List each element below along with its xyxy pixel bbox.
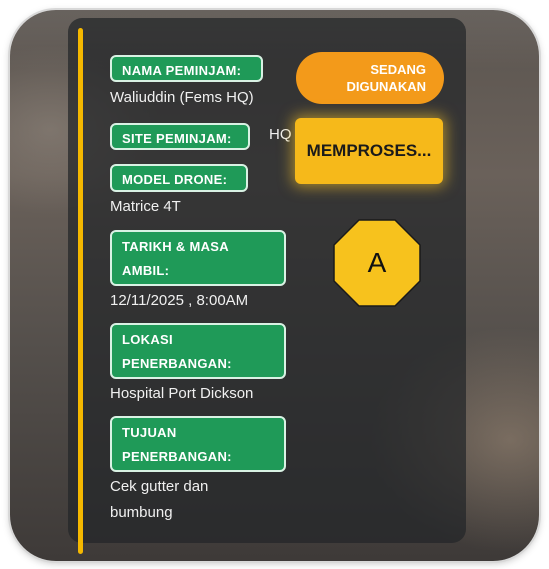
annotation-label: A — [367, 247, 387, 278]
borrower-site-value: HQ — [269, 126, 292, 143]
flight-location-value: Hospital Port Dickson — [110, 385, 254, 402]
drone-model-label-text: MODEL DRONE: — [122, 172, 228, 187]
flight-purpose-label-line2: PENERBANGAN: — [122, 449, 232, 464]
flight-purpose-value-line1: Cek gutter dan — [110, 478, 209, 495]
borrower-site-label: SITE PEMINJAM: — [110, 123, 250, 150]
borrower-name-value: Waliuddin (Fems HQ) — [110, 89, 254, 106]
flight-location-label-line1: LOKASI — [122, 332, 173, 347]
borrower-site-label-text: SITE PEMINJAM: — [122, 131, 232, 146]
flight-purpose-label-line1: TUJUAN — [122, 425, 177, 440]
flight-location-label-line2: PENERBANGAN: — [122, 356, 232, 371]
drone-model-value: Matrice 4T — [110, 198, 181, 215]
status-line1: SEDANG — [370, 62, 426, 77]
flight-location-label: LOKASI PENERBANGAN: — [110, 323, 286, 379]
status-badge: SEDANG DIGUNAKAN — [296, 52, 444, 104]
status-line2: DIGUNAKAN — [346, 79, 426, 94]
pickup-datetime-label-line2: AMBIL: — [122, 263, 170, 278]
pickup-datetime-label: TARIKH & MASA AMBIL: — [110, 230, 286, 286]
annotation-marker: A — [332, 218, 422, 308]
process-button-label: MEMPROSES... — [306, 141, 432, 160]
accent-bar — [78, 28, 83, 554]
borrower-name-label: NAMA PEMINJAM: — [110, 55, 263, 82]
borrower-name-label-text: NAMA PEMINJAM: — [122, 63, 242, 78]
pickup-datetime-value: 12/11/2025 , 8:00AM — [110, 292, 249, 309]
flight-purpose-label: TUJUAN PENERBANGAN: — [110, 416, 286, 472]
drone-model-label: MODEL DRONE: — [110, 164, 248, 192]
flight-purpose-value-line2: bumbung — [110, 504, 173, 521]
pickup-datetime-label-line1: TARIKH & MASA — [122, 239, 229, 254]
process-button[interactable]: MEMPROSES... — [295, 118, 443, 184]
